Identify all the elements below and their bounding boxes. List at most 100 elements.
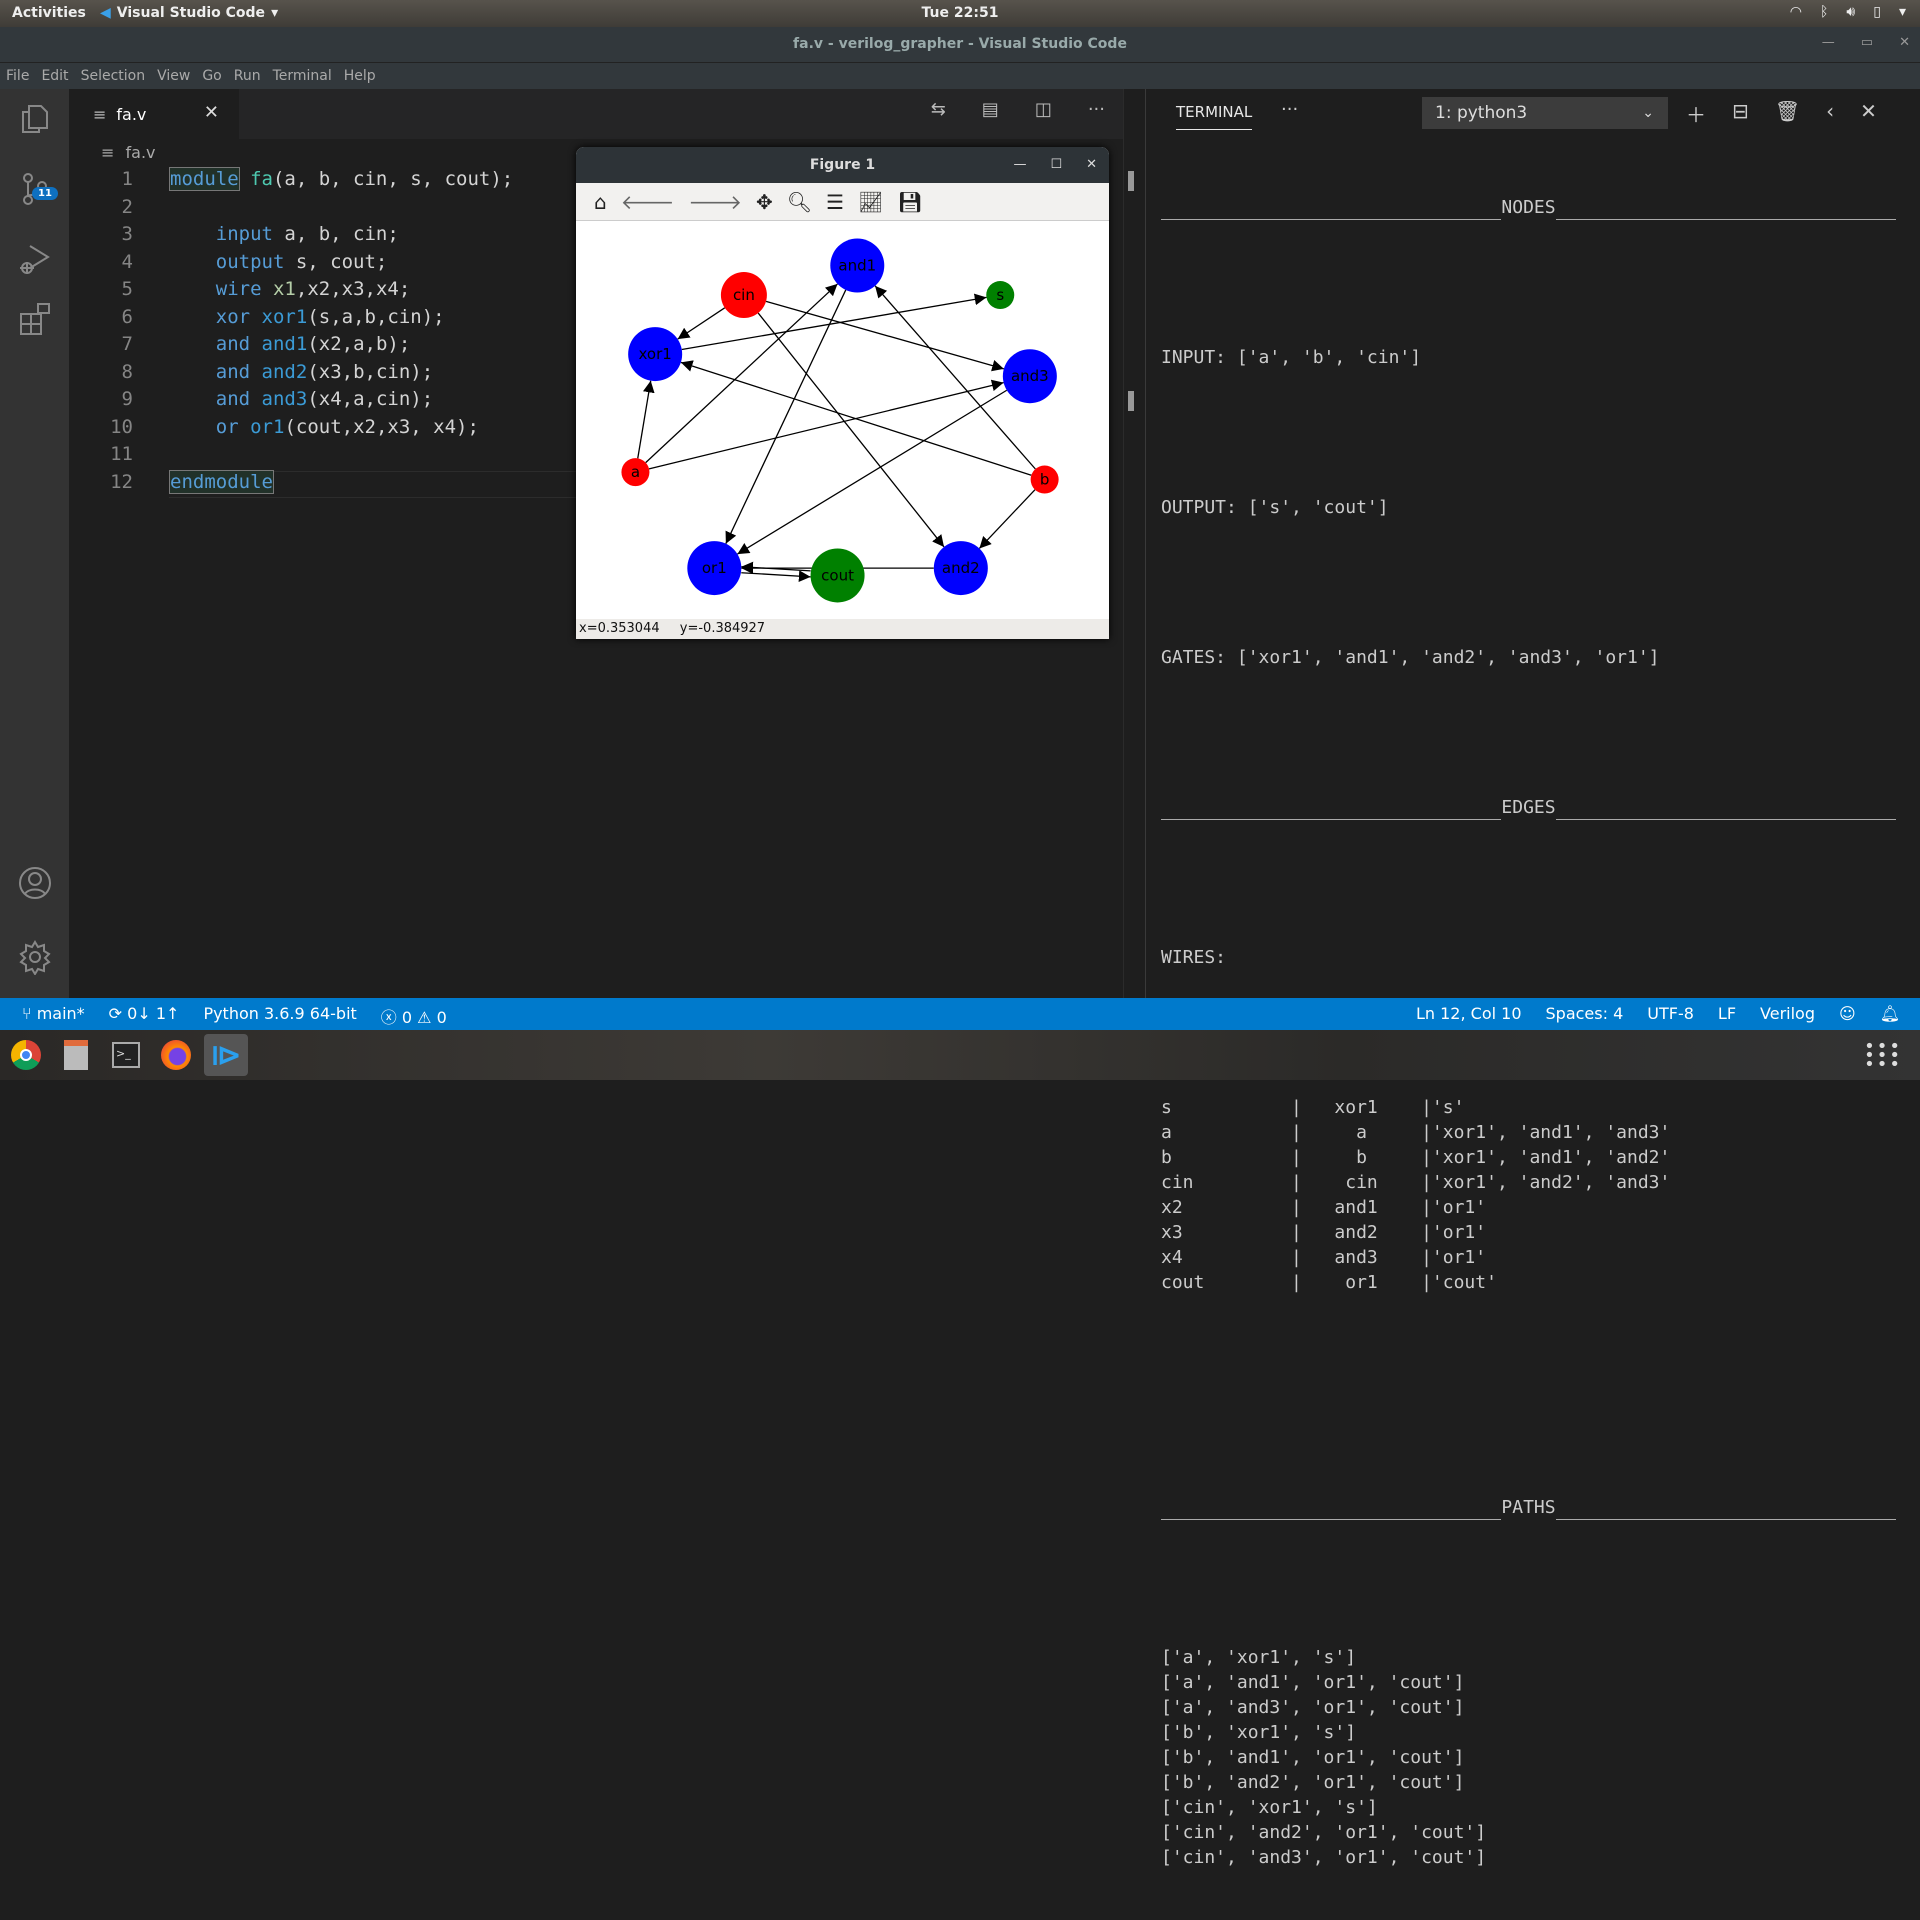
system-tray[interactable]: ◠ ᛒ 🔊︎ ▯ ▾	[1790, 4, 1906, 20]
new-terminal-icon[interactable]: ＋	[1686, 99, 1706, 128]
graph-edge-cin-and2	[757, 312, 945, 548]
maximize-button[interactable]: ▭	[1861, 35, 1873, 50]
run-debug-icon[interactable]	[0, 229, 69, 289]
close-tab-icon[interactable]: ✕	[204, 102, 219, 123]
collapse-icon[interactable]: ‹	[1826, 99, 1834, 128]
menu-selection[interactable]: Selection	[81, 63, 152, 89]
wire-row: a | a |'xor1', 'and1', 'and3'	[1161, 1122, 1671, 1143]
figure-maximize-button[interactable]: ☐	[1050, 147, 1062, 183]
show-applications-icon[interactable]: ••• ••• •••	[1864, 1038, 1902, 1074]
tab-fa-v[interactable]: ≡ fa.v ✕	[69, 89, 239, 139]
graph-edge-a-and3	[648, 379, 1004, 470]
panel-more-icon[interactable]: ···	[1281, 99, 1298, 120]
wire-row: x2 | and1 |'or1'	[1161, 1197, 1487, 1218]
menu-file[interactable]: File	[6, 63, 35, 89]
sync-icon: ⟳	[108, 1004, 128, 1023]
graph-canvas[interactable]: and1 cin s xor1 and3 a b or1 cout and2	[576, 222, 1109, 619]
wire-row: cout | or1 |'cout'	[1161, 1272, 1497, 1293]
indentation[interactable]: Spaces: 4	[1546, 1004, 1624, 1023]
kill-terminal-icon[interactable]: 🗑︎	[1775, 99, 1800, 128]
section-title: EDGES	[1501, 797, 1556, 818]
menu-run[interactable]: Run	[234, 63, 267, 89]
graph-node-cin: cin	[720, 272, 767, 319]
section-header-paths: PATHS	[1161, 1495, 1896, 1520]
problems-status[interactable]: ⓧ 0 ⚠ 0	[381, 1004, 447, 1028]
graph-node-s: s	[986, 281, 1015, 310]
forward-icon[interactable]: 🡒	[688, 190, 742, 214]
system-top-bar: Activities ◀ Visual Studio Code ▾ Tue 22…	[0, 0, 1920, 27]
error-count: 0	[401, 1008, 413, 1027]
close-window-button[interactable]: ✕	[1899, 35, 1910, 50]
code-text: xor xor1(s,a,b,cin);	[215, 305, 445, 328]
figure-close-button[interactable]: ✕	[1086, 147, 1097, 183]
edit-axis-icon[interactable]: 📈︎	[858, 190, 883, 214]
warning-count: 0	[436, 1008, 447, 1027]
branch-status[interactable]: ⑂ main*	[22, 1004, 85, 1028]
feedback-icon[interactable]: ☺	[1839, 1004, 1856, 1023]
volume-icon: 🔊︎	[1846, 4, 1856, 20]
line-number: 4	[121, 250, 133, 273]
cursor-x: x=0.353044	[579, 621, 660, 636]
path-row: ['a', 'xor1', 's']	[1161, 1647, 1357, 1668]
vscode-icon[interactable]: ⧐	[204, 1034, 248, 1076]
clock[interactable]: Tue 22:51	[0, 5, 1920, 21]
end-of-line[interactable]: LF	[1718, 1004, 1736, 1023]
code-text: wire x1,x2,x3,x4;	[215, 278, 411, 300]
figure-minimize-button[interactable]: —	[1013, 147, 1026, 183]
figure-titlebar: Figure 1 — ☐ ✕	[576, 147, 1109, 183]
source-control-icon[interactable]: 11	[0, 159, 69, 219]
node-label: xor1	[639, 345, 672, 363]
open-changes-icon[interactable]: ⇆	[931, 99, 946, 120]
back-icon[interactable]: 🡐	[621, 190, 675, 214]
menu-terminal[interactable]: Terminal	[273, 63, 338, 89]
python-interpreter[interactable]: Python 3.6.9 64-bit	[203, 1004, 356, 1028]
line-number: 8	[121, 360, 133, 383]
node-label: or1	[702, 559, 727, 577]
chrome-icon[interactable]	[4, 1034, 48, 1076]
minimize-button[interactable]: —	[1822, 35, 1835, 50]
split-editor-icon[interactable]: ◫	[1035, 99, 1052, 120]
pan-icon[interactable]: ✥	[756, 190, 773, 214]
split-terminal-icon[interactable]: ⊟	[1732, 99, 1749, 128]
extensions-icon[interactable]	[0, 289, 69, 349]
sync-status[interactable]: ⟳ 0↓ 1↑	[109, 1004, 180, 1028]
code-text: and and2(x3,b,cin);	[215, 360, 434, 383]
figure-window: Figure 1 — ☐ ✕ ⌂ 🡐 🡒 ✥ 🔍︎ ☰ 📈︎ 💾︎ and1 ci…	[576, 147, 1109, 639]
gates-line: GATES: ['xor1', 'and1', 'and2', 'and3', …	[1161, 647, 1660, 668]
notifications-bell-icon[interactable]: 🔔︎	[1880, 1004, 1900, 1023]
editor-scrollbar[interactable]	[1123, 89, 1145, 998]
cursor-position[interactable]: Ln 12, Col 10	[1416, 1004, 1522, 1023]
menu-view[interactable]: View	[157, 63, 196, 89]
encoding[interactable]: UTF-8	[1647, 1004, 1694, 1023]
breadcrumb[interactable]: ≡ fa.v	[101, 143, 156, 162]
terminal-icon[interactable]: >_	[104, 1034, 148, 1076]
menu-go[interactable]: Go	[202, 63, 227, 89]
file-lines-icon: ≡	[101, 143, 115, 162]
save-icon[interactable]: 💾︎	[897, 190, 922, 214]
graph-node-a: a	[621, 458, 650, 487]
sync-counts: 0↓ 1↑	[127, 1004, 180, 1023]
explorer-icon[interactable]	[0, 89, 69, 149]
files-icon[interactable]	[54, 1034, 98, 1076]
binary-view-icon[interactable]: ▤	[982, 99, 999, 120]
file-lines-icon: ≡	[93, 104, 107, 124]
terminal-select[interactable]: 1: python3 ⌄	[1422, 97, 1668, 129]
line-number: 5	[121, 278, 133, 300]
menu-edit[interactable]: Edit	[41, 63, 74, 89]
graph-edge-a-xor1	[637, 380, 655, 459]
language-mode[interactable]: Verilog	[1760, 1004, 1815, 1023]
more-actions-icon[interactable]: ···	[1088, 99, 1105, 120]
firefox-icon[interactable]	[154, 1034, 198, 1076]
wire-row: x4 | and3 |'or1'	[1161, 1247, 1487, 1268]
line-number: 6	[121, 305, 133, 328]
menu-help[interactable]: Help	[344, 63, 382, 89]
close-panel-icon[interactable]: ✕	[1860, 99, 1877, 128]
configure-subplots-icon[interactable]: ☰	[826, 190, 844, 214]
dock: >_ ⧐ ••• ••• •••	[0, 1030, 1920, 1080]
editor-tabs: ≡ fa.v ✕ ⇆ ▤ ◫ ···	[69, 89, 1123, 139]
zoom-icon[interactable]: 🔍︎	[787, 190, 812, 214]
home-icon[interactable]: ⌂	[594, 190, 607, 214]
account-icon[interactable]	[0, 853, 69, 913]
settings-gear-icon[interactable]	[0, 927, 69, 987]
tab-terminal[interactable]: TERMINAL	[1176, 103, 1253, 130]
